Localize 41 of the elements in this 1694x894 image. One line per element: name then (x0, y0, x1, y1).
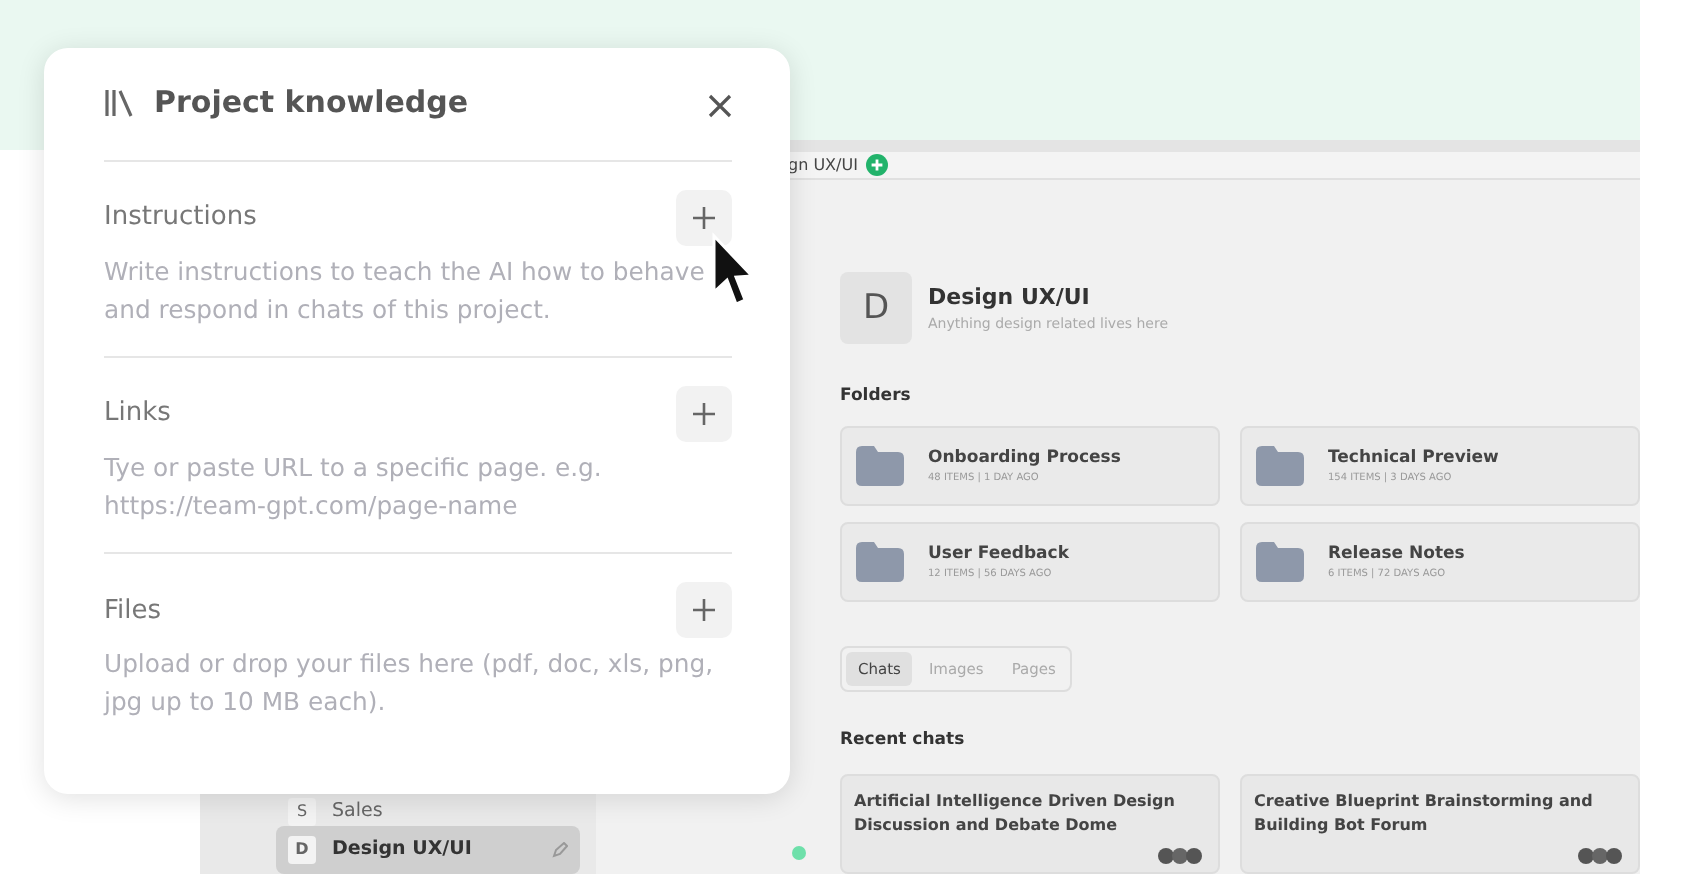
section-description: Tye or paste URL to a specific page. e.g. https://team-gpt.com/page-name (104, 450, 604, 524)
add-icon[interactable] (865, 154, 888, 177)
folder-name: Onboarding Process (928, 445, 1121, 472)
avatar-group-icon (1158, 848, 1202, 864)
folder-icon (1256, 542, 1304, 582)
chat-card[interactable]: Creative Blueprint Brainstorming and Building Bot Forum (1240, 774, 1640, 874)
section-description: Write instructions to teach the AI how to behave and respond in chats of this project. (104, 254, 707, 328)
folder-name: User Feedback (928, 541, 1069, 568)
section-label: Links (104, 396, 171, 433)
section-heading: Folders (840, 384, 913, 410)
add-button[interactable] (676, 190, 732, 246)
project-avatar: D (840, 272, 912, 345)
folder-icon (1256, 446, 1304, 486)
folder-icon (856, 446, 904, 486)
project-name: Design UX/UI (928, 281, 1092, 314)
close-icon (708, 93, 732, 118)
chat-card[interactable]: Artificial Intelligence Driven Design Discussion and Debate Dome (840, 774, 1220, 874)
project-initial: S (288, 798, 316, 826)
plus-icon (692, 206, 716, 230)
avatar-group-icon (1578, 848, 1622, 864)
plus-icon (692, 598, 716, 623)
chat-title: Creative Blueprint Brainstorming and Building Bot Forum (1254, 790, 1595, 837)
sidebar-item[interactable]: S Sales (276, 798, 580, 826)
add-button[interactable] (676, 582, 732, 639)
dialog-title: Project knowledge (154, 81, 471, 124)
section-heading: Recent chats (840, 728, 967, 754)
sidebar-label: Design UX/UI (332, 835, 474, 864)
project-initial: D (288, 836, 316, 864)
chat-title: Artificial Intelligence Driven Design Discussion and Debate Dome (854, 790, 1177, 837)
folder-name: Technical Preview (1328, 445, 1499, 472)
edit-icon (552, 842, 568, 858)
section-label: Files (104, 593, 162, 630)
section-description: Upload or drop your files here (pdf, doc, xls, png, jpg up to 10 MB each). (104, 646, 716, 721)
plus-icon (692, 402, 716, 427)
folder-icon (856, 542, 904, 582)
add-button[interactable] (676, 386, 732, 443)
section-label: Instructions (104, 200, 257, 237)
books-icon (104, 87, 134, 117)
sidebar-item[interactable]: D Design UX/UI (276, 826, 580, 874)
sidebar-label: Sales (332, 797, 385, 826)
folder-name: Release Notes (1328, 541, 1465, 568)
